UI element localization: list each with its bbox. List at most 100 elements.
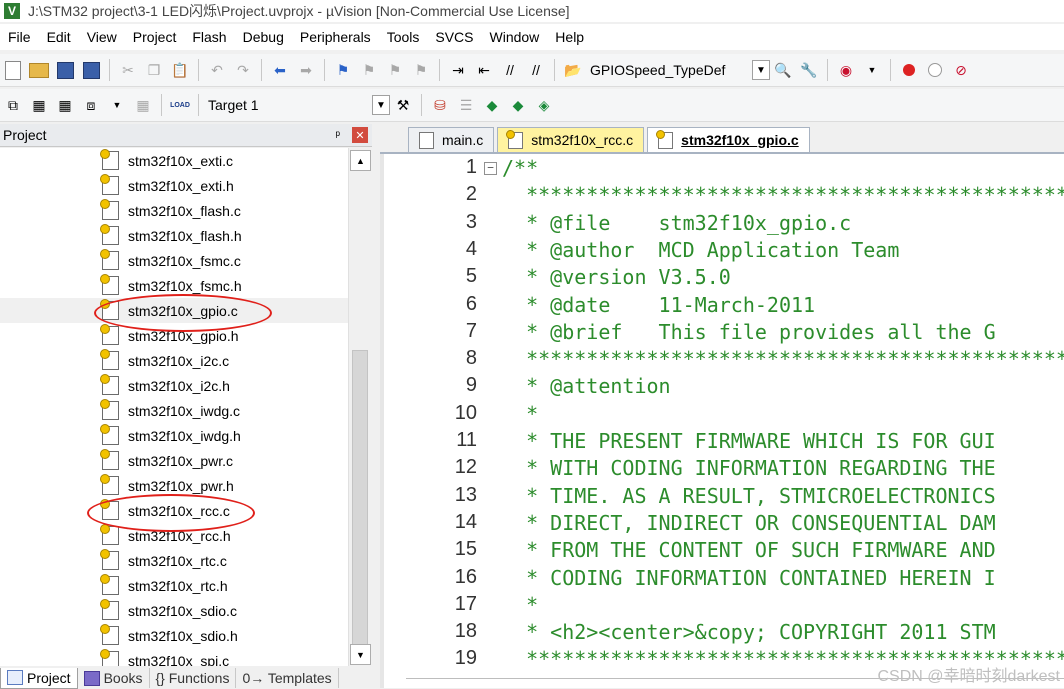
books-icon [83, 670, 100, 686]
code-text: * THE PRESENT FIRMWARE WHICH IS FOR GUI [502, 429, 996, 453]
nav-back-button[interactable]: ⬅ [269, 59, 291, 81]
menu-peripherals[interactable]: Peripherals [292, 29, 379, 45]
tree-file-item[interactable]: stm32f10x_sdio.c [0, 598, 348, 623]
tab-templates[interactable]: 0→ Templates [236, 668, 339, 688]
batch-build-dropdown[interactable]: ▼ [106, 94, 128, 116]
incremental-find-button[interactable]: 🔧 [798, 59, 820, 81]
tab-functions[interactable]: {} Functions [150, 668, 237, 688]
tree-file-item[interactable]: stm32f10x_iwdg.c [0, 398, 348, 423]
kill-breakpoints-button[interactable]: ⊘ [950, 59, 972, 81]
target-options-button[interactable]: ⚒ [392, 94, 414, 116]
scrollbar-thumb[interactable] [352, 350, 368, 660]
project-tree-scrollbar[interactable]: ▲ ▼ [348, 148, 371, 666]
rebuild-button[interactable]: ▦ [54, 94, 76, 116]
open-file-button[interactable] [28, 59, 50, 81]
tree-file-item[interactable]: stm32f10x_exti.c [0, 148, 348, 173]
find-combo[interactable]: GPIOSpeed_TypeDef ▼ [586, 60, 770, 80]
tree-file-item[interactable]: stm32f10x_i2c.c [0, 348, 348, 373]
line-number: 14 [454, 510, 477, 533]
panel-splitter[interactable] [372, 124, 380, 688]
tree-file-label: stm32f10x_i2c.h [128, 377, 230, 394]
tree-file-item[interactable]: stm32f10x_exti.h [0, 173, 348, 198]
menu-file[interactable]: File [0, 29, 39, 45]
unindent-button[interactable]: ⇤ [473, 59, 495, 81]
tree-file-item[interactable]: stm32f10x_rtc.h [0, 573, 348, 598]
bookmark-button[interactable]: ⚑ [332, 59, 354, 81]
stop-build-button[interactable]: ▦ [132, 94, 154, 116]
tree-file-item[interactable]: stm32f10x_fsmc.c [0, 248, 348, 273]
file-extensions-button[interactable]: ☰ [455, 94, 477, 116]
disable-breakpoint-button[interactable] [924, 59, 946, 81]
save-all-button[interactable] [80, 59, 102, 81]
tab-books[interactable]: Books [78, 668, 150, 688]
cut-button[interactable]: ✂ [117, 59, 139, 81]
tab-stm32f10x-rcc-c[interactable]: stm32f10x_rcc.c [497, 127, 645, 152]
manage-components-button[interactable]: ⛁ [429, 94, 451, 116]
find-in-files-button[interactable]: 📂 [562, 59, 584, 81]
select-software-packs-button[interactable]: ◆ [507, 94, 529, 116]
next-bookmark-button[interactable]: ⚑ [384, 59, 406, 81]
clear-bookmarks-button[interactable]: ⚑ [410, 59, 432, 81]
tab-main-c[interactable]: main.c [408, 127, 495, 152]
tree-file-item[interactable]: stm32f10x_spi.c [0, 648, 348, 666]
menu-svcs[interactable]: SVCS [427, 29, 481, 45]
paste-button[interactable]: 📋 [169, 59, 191, 81]
prev-bookmark-button[interactable]: ⚑ [358, 59, 380, 81]
find-combo-value: GPIOSpeed_TypeDef [590, 62, 726, 78]
tree-file-item[interactable]: stm32f10x_rtc.c [0, 548, 348, 573]
menu-tools[interactable]: Tools [379, 29, 428, 45]
undo-button[interactable]: ↶ [206, 59, 228, 81]
redo-button[interactable]: ↷ [232, 59, 254, 81]
menu-edit[interactable]: Edit [39, 29, 79, 45]
key-icon [100, 149, 110, 159]
comment-button[interactable]: // [499, 59, 521, 81]
menu-view[interactable]: View [79, 29, 125, 45]
tab-stm32f10x-gpio-c[interactable]: stm32f10x_gpio.c [647, 127, 810, 152]
line-number: 1 [465, 156, 477, 178]
scroll-down-icon[interactable]: ▼ [350, 644, 371, 665]
menu-flash[interactable]: Flash [184, 29, 234, 45]
pin-icon[interactable]: ᵖ [335, 128, 340, 142]
fold-collapse-icon[interactable]: − [484, 162, 497, 175]
translate-button[interactable]: ⧉ [2, 94, 24, 116]
save-button[interactable] [54, 59, 76, 81]
copy-button[interactable]: ❐ [143, 59, 165, 81]
scroll-up-icon[interactable]: ▲ [350, 150, 371, 171]
chevron-down-icon[interactable]: ▼ [372, 95, 390, 115]
nav-forward-button[interactable]: ➡ [295, 59, 317, 81]
tree-file-label: stm32f10x_i2c.c [128, 352, 230, 369]
new-file-button[interactable] [2, 59, 24, 81]
tree-file-item[interactable]: stm32f10x_pwr.c [0, 448, 348, 473]
tree-file-item[interactable]: stm32f10x_iwdg.h [0, 423, 348, 448]
find-button[interactable]: 🔍 [772, 59, 794, 81]
key-icon [100, 549, 110, 559]
indent-button[interactable]: ⇥ [447, 59, 469, 81]
menu-debug[interactable]: Debug [235, 29, 292, 45]
target-combo[interactable]: Target 1 ▼ [204, 95, 390, 115]
chevron-down-icon[interactable]: ▼ [752, 60, 770, 80]
batch-build-button[interactable]: ⧈ [80, 94, 102, 116]
run-time-environment-button[interactable]: ◈ [533, 94, 555, 116]
build-button[interactable]: ▦ [28, 94, 50, 116]
debug-session-button[interactable]: ◉ [835, 59, 857, 81]
pack-installer-button[interactable]: ◆ [481, 94, 503, 116]
tree-file-label: stm32f10x_pwr.h [128, 477, 234, 494]
tree-file-item[interactable]: stm32f10x_sdio.h [0, 623, 348, 648]
insert-breakpoint-button[interactable] [898, 59, 920, 81]
code-editor[interactable]: 1−/** 2 *********************************… [380, 154, 1064, 688]
debug-dropdown-button[interactable]: ▼ [861, 59, 883, 81]
download-button[interactable]: LOAD [169, 94, 191, 116]
close-icon[interactable]: ✕ [352, 127, 368, 143]
tree-file-item[interactable]: stm32f10x_flash.c [0, 198, 348, 223]
c-file-key-icon [100, 549, 119, 570]
tab-project[interactable]: Project [0, 667, 78, 689]
toolbar-build: ⧉ ▦ ▦ ⧈ ▼ ▦ LOAD Target 1 ▼ ⚒ ⛁ ☰ ◆ ◆ ◈ [0, 89, 1064, 122]
uncomment-button[interactable]: // [525, 59, 547, 81]
code-text: * @date 11-March-2011 [502, 292, 816, 317]
menu-help[interactable]: Help [547, 29, 592, 45]
menu-project[interactable]: Project [125, 29, 185, 45]
menu-window[interactable]: Window [482, 29, 548, 45]
tree-file-item[interactable]: stm32f10x_i2c.h [0, 373, 348, 398]
code-line: 11 * THE PRESENT FIRMWARE WHICH IS FOR G… [380, 429, 1064, 456]
tree-file-item[interactable]: stm32f10x_flash.h [0, 223, 348, 248]
